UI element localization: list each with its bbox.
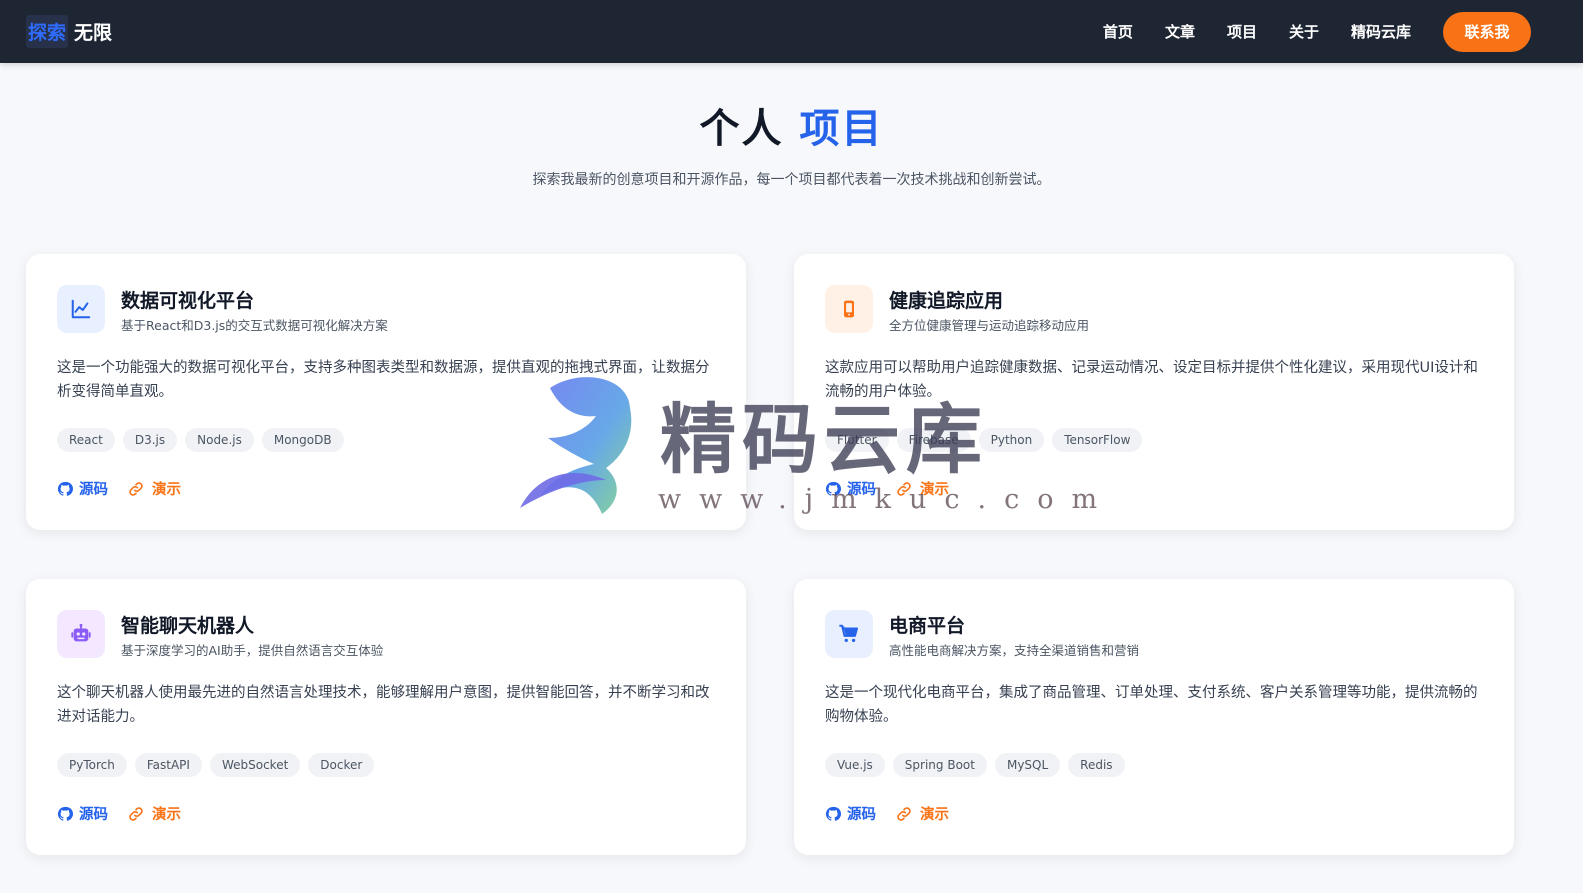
nav-link-jmk[interactable]: 精码云库 [1351, 21, 1411, 42]
link-icon [129, 481, 143, 496]
page-title-plain: 个人 [699, 106, 784, 152]
nav-link-about[interactable]: 关于 [1289, 21, 1319, 42]
project-card-health: 健康追踪应用 全方位健康管理与运动追踪移动应用 这款应用可以帮助用户追踪健康数据… [794, 254, 1514, 530]
page-title-accent: 项目 [799, 106, 884, 152]
source-link-label: 源码 [79, 482, 108, 498]
navbar: 探索 无限 首页 文章 项目 关于 精码云库 联系我 [0, 0, 1583, 63]
tag: Docker [308, 753, 375, 777]
project-subtitle: 基于深度学习的AI助手，提供自然语言交互体验 [121, 643, 384, 658]
demo-link-label: 演示 [920, 482, 949, 498]
project-title: 电商平台 [889, 615, 966, 637]
logo-part-b: 无限 [74, 22, 113, 44]
project-subtitle: 高性能电商解决方案，支持全渠道销售和营销 [889, 643, 1140, 658]
tag: TensorFlow [1052, 428, 1143, 452]
source-link-label: 源码 [847, 807, 876, 823]
project-links: 源码 演示 [825, 478, 967, 499]
demo-link-label: 演示 [152, 807, 181, 823]
tag: Node.js [185, 428, 254, 452]
source-link-label: 源码 [847, 482, 876, 498]
tag: MongoDB [261, 428, 344, 452]
chart-line-icon [57, 285, 105, 333]
shopping-cart-icon [825, 610, 873, 658]
page-title: 个人 项目 [0, 96, 1583, 154]
project-card-chatbot: 智能聊天机器人 基于深度学习的AI助手，提供自然语言交互体验 这个聊天机器人使用… [26, 579, 746, 855]
tag: WebSocket [209, 753, 301, 777]
nav-links: 首页 文章 项目 关于 精码云库 联系我 [1071, 11, 1531, 52]
tag: Vue.js [825, 753, 885, 777]
logo[interactable]: 探索 无限 [26, 15, 112, 48]
nav-link-projects[interactable]: 项目 [1227, 21, 1257, 42]
tag: D3.js [122, 428, 178, 452]
demo-link[interactable]: 演示 [894, 803, 949, 824]
project-title: 数据可视化平台 [121, 290, 255, 312]
project-links: 源码 演示 [825, 803, 967, 824]
demo-link[interactable]: 演示 [894, 478, 949, 499]
project-description: 这是一个功能强大的数据可视化平台，支持多种图表类型和数据源，提供直观的拖拽式界面… [57, 360, 710, 400]
github-icon [57, 806, 73, 821]
robot-icon [57, 610, 105, 658]
source-link[interactable]: 源码 [825, 478, 876, 499]
project-description: 这是一个现代化电商平台，集成了商品管理、订单处理、支付系统、客户关系管理等功能，… [825, 685, 1478, 725]
demo-link-label: 演示 [920, 807, 949, 823]
project-links: 源码 演示 [57, 478, 199, 499]
source-link[interactable]: 源码 [825, 803, 876, 824]
tag-list: PyTorch FastAPI WebSocket Docker [57, 753, 382, 777]
tag: FastAPI [134, 753, 202, 777]
project-title: 健康追踪应用 [889, 290, 1004, 312]
tag: Flutter [825, 428, 889, 452]
project-description: 这款应用可以帮助用户追踪健康数据、记录运动情况、设定目标并提供个性化建议，采用现… [825, 360, 1478, 400]
link-icon [897, 481, 911, 496]
project-card-ecommerce: 电商平台 高性能电商解决方案，支持全渠道销售和营销 这是一个现代化电商平台，集成… [794, 579, 1514, 855]
tag-list: React D3.js Node.js MongoDB [57, 428, 352, 452]
demo-link[interactable]: 演示 [126, 803, 181, 824]
page-subtitle: 探索我最新的创意项目和开源作品，每一个项目都代表着一次技术挑战和创新尝试。 [532, 172, 1051, 188]
mobile-phone-icon [825, 285, 873, 333]
link-icon [129, 806, 143, 821]
tag: Python [978, 428, 1045, 452]
source-link-label: 源码 [79, 807, 108, 823]
tag: React [57, 428, 115, 452]
tag: MySQL [994, 753, 1061, 777]
project-subtitle: 全方位健康管理与运动追踪移动应用 [889, 318, 1090, 333]
project-subtitle: 基于React和D3.js的交互式数据可视化解决方案 [121, 318, 388, 333]
link-icon [897, 806, 911, 821]
nav-link-home[interactable]: 首页 [1103, 21, 1133, 42]
source-link[interactable]: 源码 [57, 803, 108, 824]
tag-list: Vue.js Spring Boot MySQL Redis [825, 753, 1133, 777]
github-icon [825, 481, 841, 496]
tag: Firebase [896, 428, 971, 452]
demo-link[interactable]: 演示 [126, 478, 181, 499]
project-links: 源码 演示 [57, 803, 199, 824]
tag: PyTorch [57, 753, 127, 777]
tag: Redis [1068, 753, 1125, 777]
project-title: 智能聊天机器人 [121, 615, 255, 637]
tag: Spring Boot [892, 753, 987, 777]
logo-part-a: 探索 [26, 15, 69, 48]
demo-link-label: 演示 [152, 482, 181, 498]
github-icon [57, 481, 73, 496]
source-link[interactable]: 源码 [57, 478, 108, 499]
tag-list: Flutter Firebase Python TensorFlow [825, 428, 1150, 452]
github-icon [825, 806, 841, 821]
project-description: 这个聊天机器人使用最先进的自然语言处理技术，能够理解用户意图，提供智能回答，并不… [57, 685, 710, 725]
contact-button[interactable]: 联系我 [1443, 11, 1531, 52]
project-card-data-viz: 数据可视化平台 基于React和D3.js的交互式数据可视化解决方案 这是一个功… [26, 254, 746, 530]
nav-link-articles[interactable]: 文章 [1165, 21, 1195, 42]
